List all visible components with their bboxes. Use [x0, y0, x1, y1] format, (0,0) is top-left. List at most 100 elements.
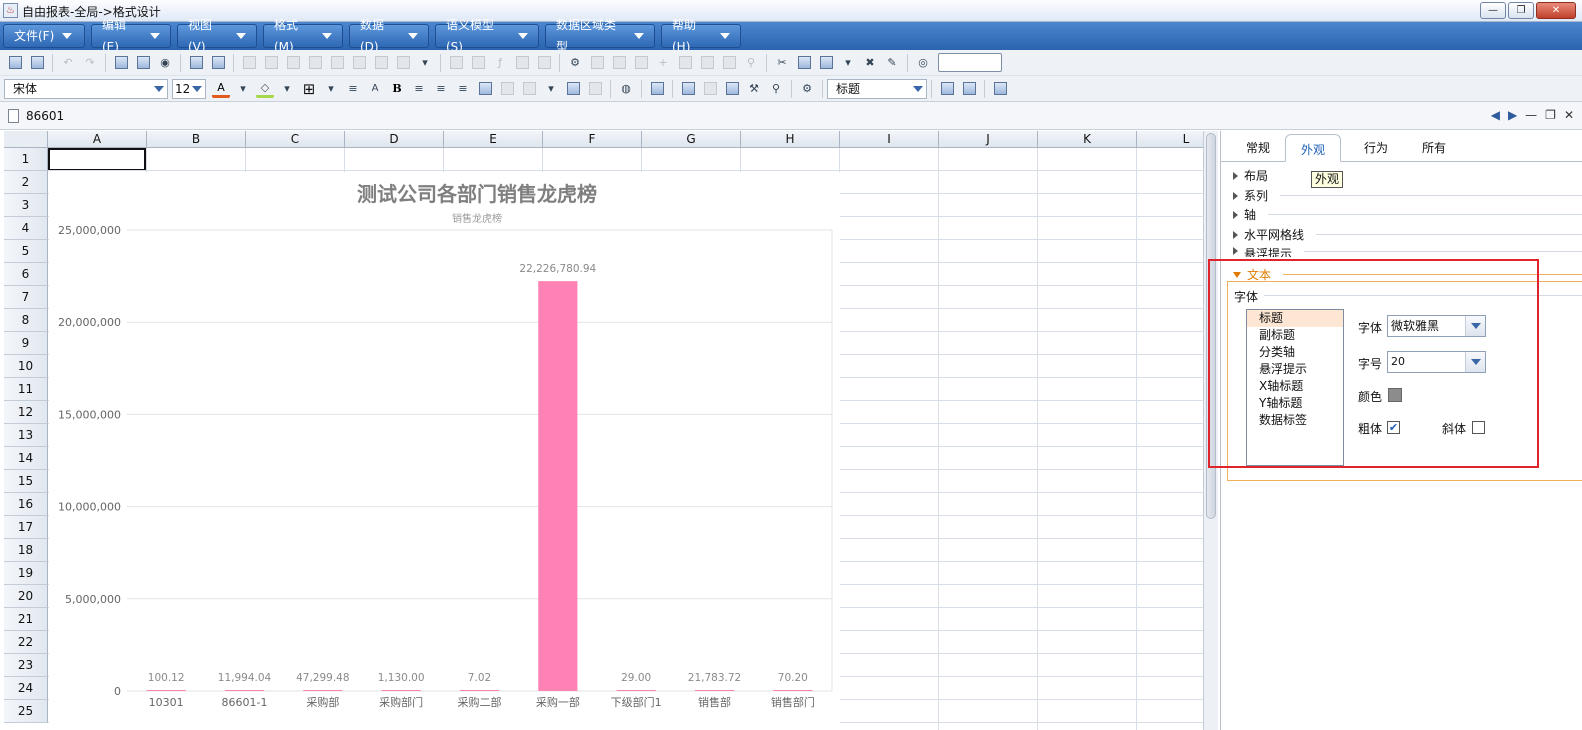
font-name-combo[interactable]: 宋体 — [4, 78, 168, 99]
column-header-i[interactable]: I — [840, 131, 939, 148]
selected-cell-a1[interactable] — [48, 148, 146, 171]
calendar-icon[interactable] — [648, 80, 666, 98]
minimize-button[interactable]: — — [1480, 2, 1506, 19]
insert-column-icon[interactable] — [262, 54, 280, 72]
find-icon[interactable]: ◎ — [914, 54, 932, 72]
menu-data-region-type[interactable]: 数据区域类型 — [545, 18, 655, 54]
align-left-icon[interactable]: ≡ — [410, 80, 428, 98]
menu-data[interactable]: 数据(D) — [349, 18, 429, 54]
chevron-down-icon[interactable] — [189, 80, 205, 98]
chevron-down-icon[interactable] — [1465, 316, 1485, 336]
column-header-l[interactable]: L — [1137, 131, 1203, 148]
bold-icon[interactable]: B — [388, 80, 406, 98]
row-header-2[interactable]: 2 — [4, 171, 48, 194]
row-header-9[interactable]: 9 — [4, 332, 48, 355]
grid-settings-icon[interactable] — [679, 80, 697, 98]
list-item[interactable]: Y轴标题 — [1247, 395, 1343, 412]
search-icon[interactable]: ⚲ — [767, 80, 785, 98]
spreadsheet-grid[interactable]: A B C D E F G H I J K L 1 2 3 4 5 6 7 8 9 10 11 12 13 14 15 16 17 18 1… — [4, 131, 1203, 730]
arrow-left-icon[interactable]: ◀ — [1491, 108, 1500, 122]
tab-appearance[interactable]: 外观 — [1285, 134, 1342, 162]
properties-icon[interactable] — [723, 80, 741, 98]
row-header-23[interactable]: 23 — [4, 654, 48, 677]
restore-panel-icon[interactable]: ❐ — [1545, 108, 1556, 122]
find-input[interactable] — [938, 53, 1002, 72]
list-item[interactable]: 悬浮提示 — [1247, 361, 1343, 378]
dropdown-arrow-icon[interactable]: ▾ — [542, 80, 560, 98]
tab-all[interactable]: 所有 — [1422, 139, 1446, 156]
row-header-16[interactable]: 16 — [4, 493, 48, 516]
dropdown-arrow-icon[interactable]: ▾ — [322, 80, 340, 98]
menu-format[interactable]: 格式(M) — [263, 18, 343, 54]
image-icon[interactable] — [564, 80, 582, 98]
barcode-icon[interactable] — [586, 80, 604, 98]
delete-icon[interactable]: ✖ — [861, 54, 879, 72]
menu-file[interactable]: 文件(F) — [3, 24, 85, 48]
menu-semantic-model[interactable]: 语义模型(S) — [435, 18, 539, 54]
search-icon[interactable]: ⚲ — [742, 54, 760, 72]
shrink-font-icon[interactable]: A — [366, 80, 384, 98]
redo-icon[interactable]: ↷ — [81, 54, 99, 72]
document-tab[interactable]: 86601 — [26, 109, 64, 123]
clear-format-icon[interactable]: ✎ — [883, 54, 901, 72]
drill-icon[interactable]: ⚒ — [745, 80, 763, 98]
column-header-f[interactable]: F — [543, 131, 642, 148]
paste-format-icon[interactable] — [134, 54, 152, 72]
row-header-14[interactable]: 14 — [4, 447, 48, 470]
row-header-18[interactable]: 18 — [4, 539, 48, 562]
row-header-3[interactable]: 3 — [4, 194, 48, 217]
list-item[interactable]: X轴标题 — [1247, 378, 1343, 395]
sort-icon[interactable] — [328, 54, 346, 72]
dropdown-arrow-icon[interactable]: ▾ — [278, 80, 296, 98]
row-header-13[interactable]: 13 — [4, 424, 48, 447]
section-tooltip[interactable]: 悬浮提示 — [1233, 245, 1582, 257]
row-header-7[interactable]: 7 — [4, 286, 48, 309]
column-header-h[interactable]: H — [741, 131, 840, 148]
link-icon[interactable] — [535, 54, 553, 72]
font-size-combo[interactable]: 12 — [172, 78, 206, 99]
column-header-d[interactable]: D — [345, 131, 444, 148]
paste-icon[interactable] — [817, 54, 835, 72]
list-item[interactable]: 标题 — [1247, 310, 1343, 327]
list-item[interactable]: 副标题 — [1247, 327, 1343, 344]
calc-icon[interactable] — [676, 54, 694, 72]
save-all-icon[interactable] — [28, 54, 46, 72]
variable-icon[interactable] — [610, 54, 628, 72]
cross-table-icon[interactable] — [447, 54, 465, 72]
print-preview-icon[interactable] — [187, 54, 205, 72]
row-header-4[interactable]: 4 — [4, 217, 48, 240]
section-horizontal-gridlines[interactable]: 水平网格线 — [1233, 226, 1582, 243]
close-button[interactable]: ✕ — [1536, 2, 1576, 19]
minimize-panel-icon[interactable]: — — [1525, 108, 1537, 122]
font-size-select[interactable]: 20 — [1387, 351, 1486, 373]
menu-view[interactable]: 视图(V) — [177, 18, 257, 54]
save-icon[interactable] — [6, 54, 24, 72]
fullscreen-icon[interactable] — [960, 80, 978, 98]
dropdown-arrow-icon[interactable]: ▾ — [416, 54, 434, 72]
border-icon[interactable]: ⊞ — [300, 80, 318, 98]
list-item[interactable]: 数据标签 — [1247, 412, 1343, 429]
chart-icon[interactable] — [469, 54, 487, 72]
sub-report-icon[interactable] — [513, 54, 531, 72]
row-header-20[interactable]: 20 — [4, 585, 48, 608]
table-icon[interactable] — [394, 54, 412, 72]
align-center-icon[interactable]: ≡ — [432, 80, 450, 98]
row-header-11[interactable]: 11 — [4, 378, 48, 401]
italic-checkbox[interactable] — [1472, 421, 1485, 434]
close-panel-icon[interactable]: ✕ — [1564, 108, 1574, 122]
row-header-5[interactable]: 5 — [4, 240, 48, 263]
print-icon[interactable] — [209, 54, 227, 72]
font-family-select[interactable]: 微软雅黑 — [1387, 315, 1486, 337]
plus-icon[interactable]: + — [654, 54, 672, 72]
preview-icon[interactable]: ◉ — [156, 54, 174, 72]
dropdown-arrow-icon[interactable]: ▾ — [234, 80, 252, 98]
dropdown-arrow-icon[interactable]: ▾ — [839, 54, 857, 72]
maximize-button[interactable]: ❐ — [1508, 2, 1534, 19]
column-header-a[interactable]: A — [48, 131, 147, 148]
column-header-g[interactable]: G — [642, 131, 741, 148]
scrollbar-thumb[interactable] — [1206, 133, 1216, 519]
publish-icon[interactable] — [991, 80, 1009, 98]
list-item[interactable]: 分类轴 — [1247, 344, 1343, 361]
menu-edit[interactable]: 编辑(E) — [91, 18, 171, 54]
chevron-down-icon[interactable] — [151, 80, 167, 98]
